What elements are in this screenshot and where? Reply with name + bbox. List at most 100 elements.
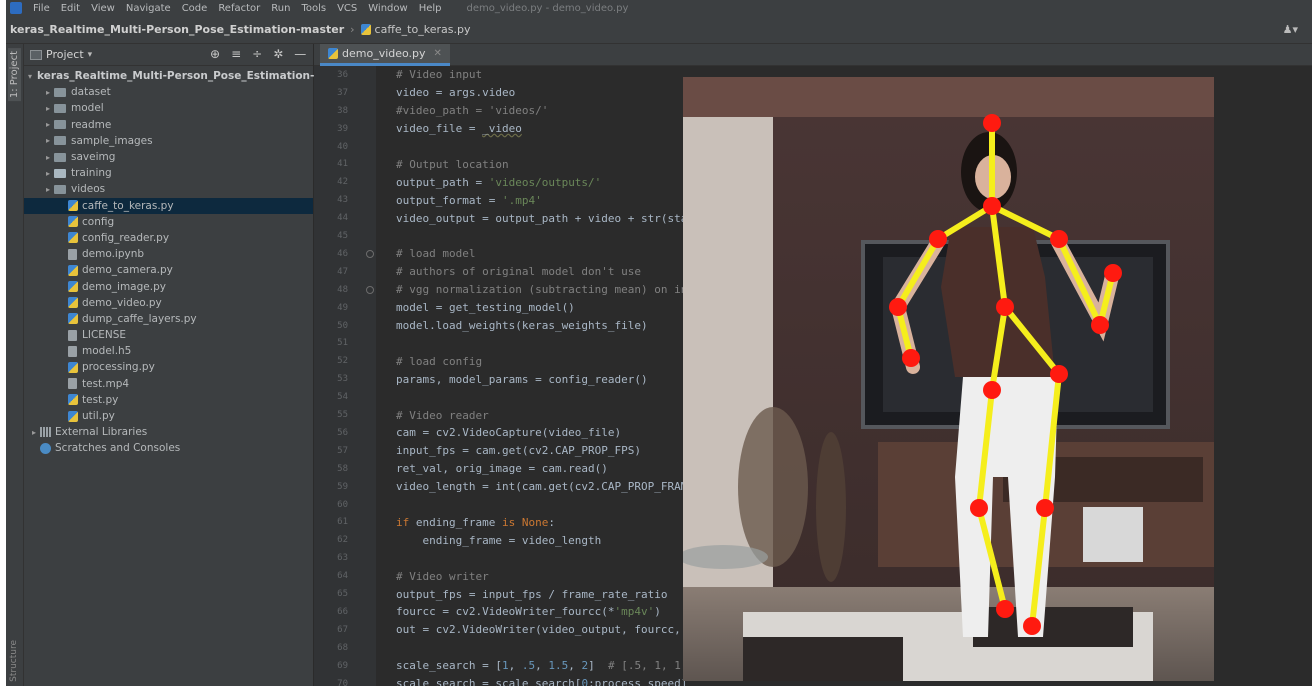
fold-marker-icon[interactable] [366,250,374,258]
tree-item[interactable]: caffe_to_keras.py [24,197,313,214]
user-icon[interactable]: ♟▾ [1283,23,1298,36]
code-token: output_path = [396,175,489,189]
tree-item[interactable]: demo.ipynb [24,246,313,262]
tree-item[interactable]: ▸ saveimg [24,149,313,165]
code-token: : [548,515,555,529]
structure-tool-button[interactable]: Structure [9,640,19,682]
tree-item-label: dataset [71,86,111,99]
tree-item[interactable]: ▾ keras_Realtime_Multi-Person_Pose_Estima… [24,68,351,84]
pycharm-app-icon [10,2,22,14]
file-icon [68,378,77,390]
tree-expand-icon[interactable]: ▸ [28,428,40,437]
tree-expand-icon[interactable]: ▾ [28,72,32,81]
tree-item[interactable]: processing.py [24,359,313,375]
joint-right-shoulder [929,230,947,248]
locate-file-icon[interactable]: ⊕ [210,47,220,61]
code-text: # load model [396,247,475,260]
tree-item-label: caffe_to_keras.py [82,199,174,212]
tab-demo-video[interactable]: demo_video.py ✕ [320,44,450,66]
tree-item[interactable]: ▸ videos [24,181,313,197]
menu-vcs[interactable]: VCS [337,3,357,14]
tree-expand-icon[interactable]: ▸ [42,104,54,113]
line-number: 50 [337,320,348,331]
expand-all-icon[interactable]: ≡ [231,47,241,61]
tree-expand-icon[interactable]: ▸ [42,88,54,97]
joint-neck [983,197,1001,215]
code-token: _video [482,122,522,136]
tree-item-label: Scratches and Consoles [55,442,181,455]
tree-item[interactable]: demo_image.py [24,278,313,294]
menu-help[interactable]: Help [419,3,442,14]
project-tool-button[interactable]: 1: Project [8,48,21,102]
tree-item-label: config_reader.py [82,231,170,244]
project-tree: ▾ keras_Realtime_Multi-Person_Pose_Estima… [24,66,351,457]
tree-expand-icon[interactable]: ▸ [42,120,54,129]
tree-item[interactable]: demo_video.py [24,295,313,311]
menu-file[interactable]: File [33,3,50,14]
tree-item-label: test.py [82,393,119,406]
menu-edit[interactable]: Edit [61,3,80,14]
python-file-icon [68,313,78,325]
hide-panel-icon[interactable]: — [294,47,306,61]
menu-code[interactable]: Code [182,3,208,14]
code-text: ending_frame = video_length [396,534,601,547]
tree-item[interactable]: model.h5 [24,343,313,359]
gear-icon[interactable]: ✲ [273,47,283,61]
menu-tools[interactable]: Tools [301,3,326,14]
line-number: 49 [337,302,348,313]
chevron-down-icon[interactable]: ▾ [88,50,93,60]
python-file-icon [360,24,371,35]
line-number: 67 [337,624,348,635]
project-view-selector[interactable]: Project [46,48,84,61]
tree-item[interactable]: config_reader.py [24,230,313,246]
menu-run[interactable]: Run [271,3,290,14]
python-file-icon [68,297,78,309]
tree-item[interactable]: ▸ sample_images [24,133,313,149]
tree-item[interactable]: ▸ dataset [24,84,313,100]
tab-label: demo_video.py [342,47,426,60]
tree-item[interactable]: config [24,214,313,230]
tree-item[interactable]: demo_camera.py [24,262,313,278]
tree-item-label: saveimg [71,151,116,164]
code-text: if ending_frame is None: [396,516,555,529]
code-text: # Output location [396,158,509,171]
python-file-icon [328,48,338,59]
tree-item[interactable]: LICENSE [24,327,313,343]
tree-expand-icon[interactable]: ▸ [42,169,54,178]
code-token: fourcc = cv2.VideoWriter_fourcc(* [396,605,615,619]
code-text: model.load_weights(keras_weights_file) [396,319,648,332]
tree-item[interactable]: util.py [24,408,313,424]
tree-expand-icon[interactable]: ▸ [42,136,54,145]
tree-expand-icon[interactable]: ▸ [42,153,54,162]
python-file-icon [68,232,78,244]
code-token: output_fps = input_fps / frame_rate_rati… [396,587,668,601]
tree-item[interactable]: ▸ model [24,100,313,116]
menu-refactor[interactable]: Refactor [218,3,260,14]
menu-navigate[interactable]: Navigate [126,3,171,14]
breadcrumb-file[interactable]: caffe_to_keras.py [375,23,471,36]
menu-view[interactable]: View [91,3,115,14]
tree-item[interactable]: ▸ External Libraries [24,424,313,440]
joint-mid-hip [996,298,1014,316]
navigation-bar: keras_Realtime_Multi-Person_Pose_Estimat… [6,16,1312,44]
collapse-all-icon[interactable]: ÷ [252,47,262,61]
tree-item[interactable]: ▸ readme [24,117,313,133]
tree-item[interactable]: test.mp4 [24,376,313,392]
tree-item[interactable]: dump_caffe_layers.py [24,311,313,327]
line-number: 43 [337,195,348,206]
fold-marker-icon[interactable] [366,285,374,294]
project-panel-toolbar: ⊕ ≡ ÷ ✲ — [210,47,306,61]
code-token: , [508,659,522,673]
tree-item[interactable]: ▸ training [24,165,313,181]
code-token: 'videos/outputs/' [488,175,602,189]
menu-window[interactable]: Window [368,3,407,14]
close-icon[interactable]: ✕ [434,48,442,59]
tree-item[interactable]: Scratches and Consoles [24,440,313,456]
breadcrumb-project[interactable]: keras_Realtime_Multi-Person_Pose_Estimat… [10,23,344,36]
joint-left-shoulder [1050,230,1068,248]
line-number: 63 [337,553,348,564]
tree-item[interactable]: test.py [24,392,313,408]
tree-expand-icon[interactable]: ▸ [42,185,54,194]
code-text: #video_path = 'videos/' [396,104,548,117]
file-icon [68,248,77,260]
